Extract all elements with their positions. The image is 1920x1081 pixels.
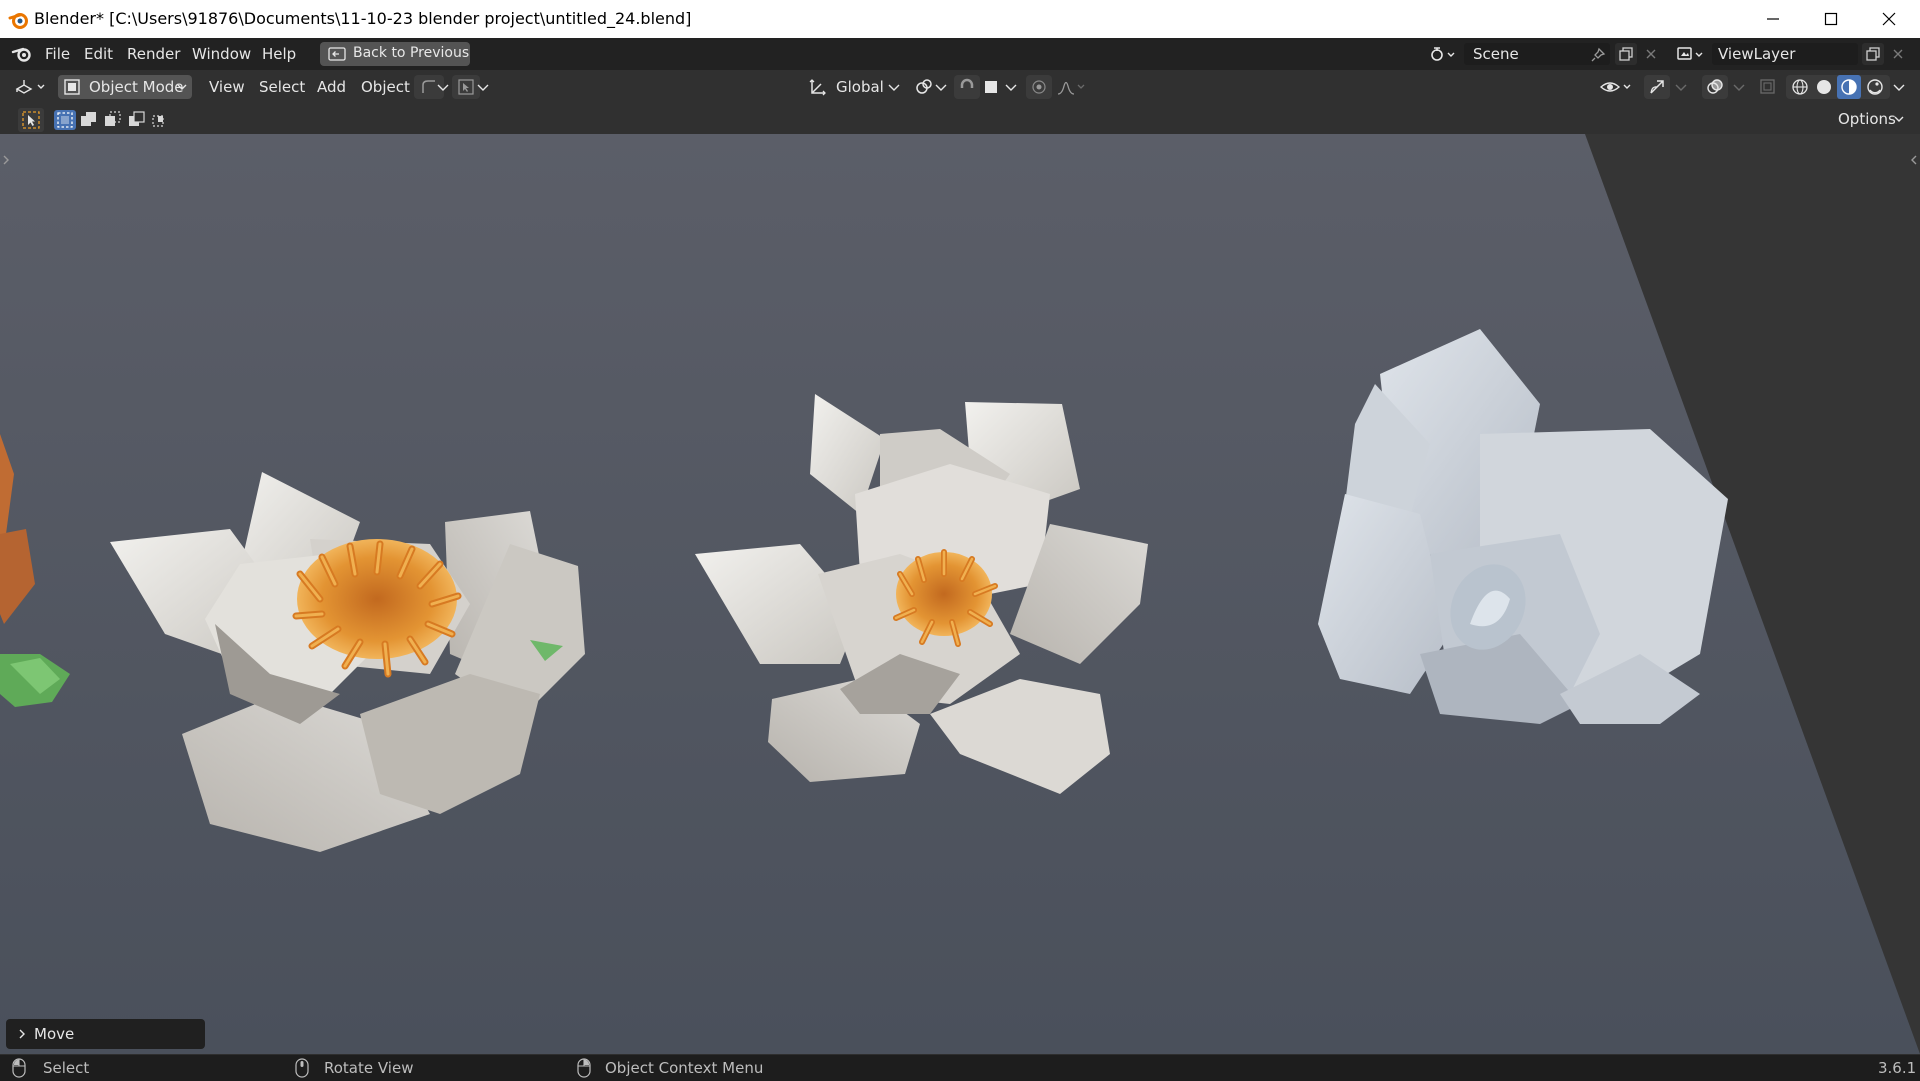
proportional-editing-button[interactable]: [1026, 75, 1052, 99]
chevron-down-icon: [1894, 116, 1904, 122]
overlays-icon: [1707, 79, 1723, 94]
xray-toggle-icon[interactable]: [1758, 77, 1778, 97]
chevron-down-icon[interactable]: [1674, 77, 1688, 97]
transform-orientation-icon[interactable]: [808, 77, 828, 97]
back-screen-icon: [328, 47, 346, 61]
chevron-right-icon: [19, 1029, 25, 1039]
select-extend-icon[interactable]: [80, 111, 98, 129]
minimize-button[interactable]: [1744, 0, 1802, 38]
blender-menu-icon[interactable]: [11, 44, 33, 64]
status-context-menu: Object Context Menu: [605, 1059, 764, 1077]
window-titlebar: Blender* [C:\Users\91876\Documents\11-10…: [0, 0, 1920, 38]
visibility-eye-icon[interactable]: [1600, 77, 1634, 97]
wireframe-shading-icon[interactable]: [1791, 78, 1809, 96]
object-mode-dropdown[interactable]: Object Mode: [58, 75, 192, 99]
menu-object[interactable]: Object: [361, 78, 410, 96]
pivot-point-icon[interactable]: [914, 77, 934, 97]
overlays-toggle-button[interactable]: [1702, 75, 1728, 99]
menu-help[interactable]: Help: [262, 45, 296, 63]
menu-file[interactable]: File: [45, 45, 70, 63]
shading-mode-group: [1786, 75, 1890, 99]
solid-shading-icon[interactable]: [1815, 78, 1833, 96]
cursor-select-icon: [458, 79, 474, 95]
status-select: Select: [43, 1059, 90, 1077]
maximize-icon: [1824, 12, 1838, 26]
chevron-down-icon[interactable]: [436, 77, 450, 97]
new-scene-button[interactable]: [1615, 43, 1637, 65]
options-dropdown[interactable]: Options: [1838, 110, 1896, 128]
pin-icon[interactable]: [1590, 47, 1606, 63]
delete-scene-icon[interactable]: [1645, 48, 1657, 60]
scene-browse-icon[interactable]: [1428, 45, 1458, 63]
object-mode-icon: [64, 79, 80, 95]
menu-edit[interactable]: Edit: [84, 45, 113, 63]
viewport-header: Object Mode View Select Add Object Globa…: [0, 70, 1920, 104]
new-view-layer-button[interactable]: [1862, 43, 1884, 65]
last-operator-panel[interactable]: Move: [6, 1019, 205, 1049]
duplicate-icon: [1866, 47, 1880, 61]
menu-window[interactable]: Window: [192, 45, 251, 63]
toolbar-expand-icon[interactable]: [2, 154, 10, 166]
close-icon: [1882, 12, 1896, 26]
scene-name-field[interactable]: Scene: [1464, 43, 1610, 65]
object-mode-label: Object Mode: [89, 78, 184, 96]
view-layer-name: ViewLayer: [1718, 45, 1796, 63]
tool-header: Options: [0, 104, 1920, 134]
view-layer-browse-icon[interactable]: [1676, 45, 1706, 63]
sidebar-expand-icon[interactable]: [1910, 154, 1918, 166]
falloff-curve-icon[interactable]: [1056, 77, 1086, 97]
rendered-shading-icon[interactable]: [1866, 78, 1884, 96]
back-to-previous-button[interactable]: Back to Previous: [320, 42, 470, 66]
select-difference-icon[interactable]: [128, 111, 146, 129]
last-operator-label: Move: [34, 1025, 75, 1043]
chevron-down-icon[interactable]: [934, 77, 948, 97]
material-preview-icon: [1841, 79, 1857, 95]
view-layer-name-field[interactable]: ViewLayer: [1712, 43, 1858, 65]
status-rotate-view: Rotate View: [324, 1059, 414, 1077]
material-preview-button[interactable]: [1837, 75, 1861, 99]
snap-toggle-button[interactable]: [954, 75, 980, 99]
scene-name: Scene: [1473, 45, 1519, 63]
3d-viewport[interactable]: [0, 134, 1920, 1054]
chevron-down-icon[interactable]: [1892, 77, 1906, 97]
window-title: Blender* [C:\Users\91876\Documents\11-10…: [34, 9, 692, 28]
mouse-middle-click-icon: [295, 1058, 309, 1078]
select-subtract-icon[interactable]: [104, 111, 122, 129]
delete-view-layer-icon[interactable]: [1892, 48, 1904, 60]
select-intersect-icon[interactable]: [152, 111, 170, 129]
menu-view[interactable]: View: [209, 78, 245, 96]
mouse-left-click-icon: [12, 1058, 26, 1078]
gizmo-toggle-button[interactable]: [1644, 75, 1670, 99]
snap-increment-icon[interactable]: [982, 77, 1002, 97]
chevron-down-icon[interactable]: [1732, 77, 1746, 97]
menu-add[interactable]: Add: [317, 78, 346, 96]
chevron-down-icon[interactable]: [887, 77, 901, 97]
chevron-down-icon[interactable]: [1004, 77, 1018, 97]
close-window-button[interactable]: [1860, 0, 1918, 38]
blender-logo-icon: [8, 13, 28, 29]
menu-select[interactable]: Select: [259, 78, 305, 96]
blender-version: 3.6.1: [1878, 1059, 1917, 1077]
maximize-button[interactable]: [1802, 0, 1860, 38]
status-bar: Select Rotate View Object Context Menu 3…: [0, 1054, 1920, 1081]
select-new-icon: [57, 112, 73, 128]
select-tool-button[interactable]: [18, 108, 44, 132]
viewport-canvas[interactable]: [0, 134, 1920, 1054]
mode-set-button[interactable]: [54, 110, 76, 130]
duplicate-icon: [1619, 47, 1633, 61]
transform-orientation-label[interactable]: Global: [836, 78, 884, 96]
top-bar: File Edit Render Window Help Back to Pre…: [0, 38, 1920, 70]
select-cursor-icon: [22, 111, 40, 129]
minimize-icon: [1767, 18, 1779, 20]
magnet-icon: [960, 78, 974, 88]
mouse-right-click-icon: [577, 1058, 591, 1078]
menu-render[interactable]: Render: [127, 45, 180, 63]
gizmo-icon: [1650, 80, 1664, 94]
chevron-down-icon: [177, 84, 187, 90]
proportional-edit-icon: [1032, 80, 1046, 94]
back-to-previous-label: Back to Previous: [353, 45, 470, 61]
chevron-down-icon[interactable]: [476, 77, 490, 97]
editor-type-icon[interactable]: [14, 77, 48, 97]
